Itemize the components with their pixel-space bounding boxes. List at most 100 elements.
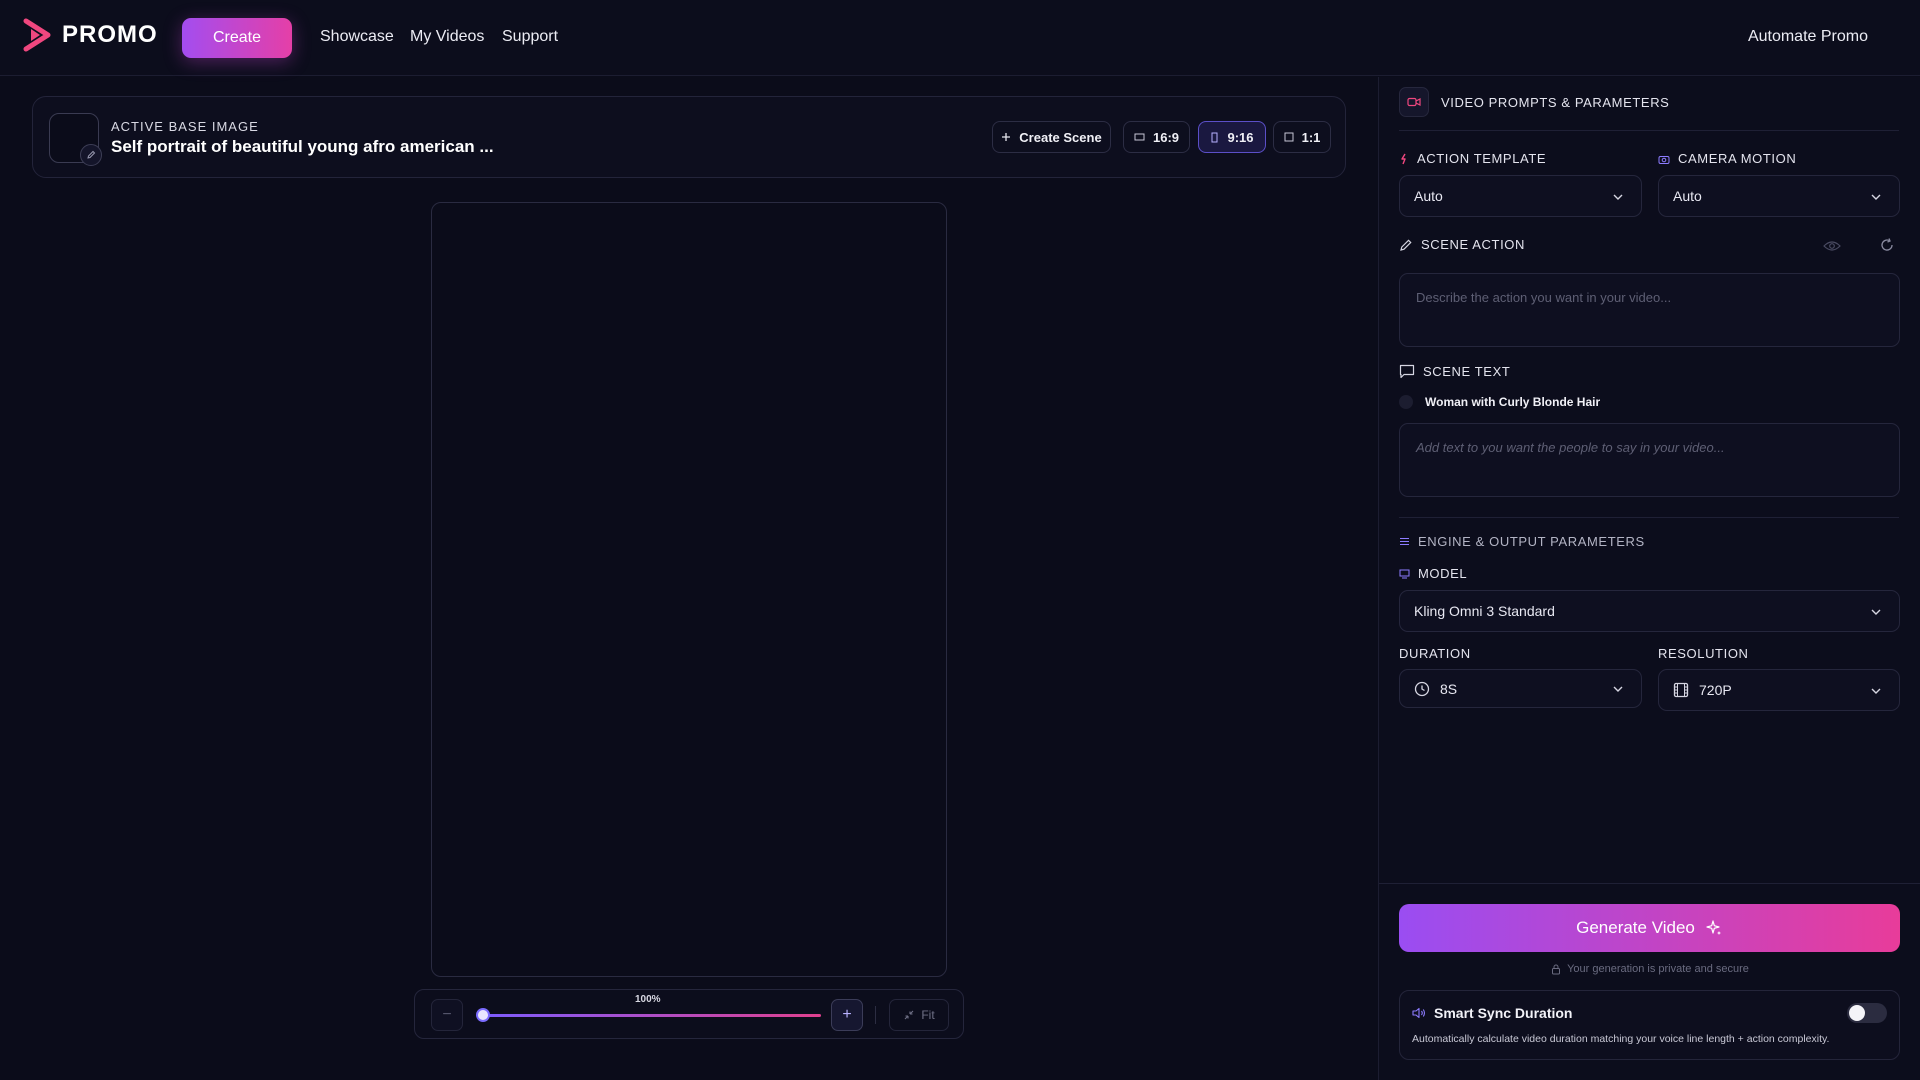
landscape-icon (1134, 133, 1145, 140)
fit-label: Fit (921, 1008, 935, 1022)
privacy-note: Your generation is private and secure (1379, 963, 1920, 975)
active-image-bar: ACTIVE BASE IMAGE Self portrait of beaut… (32, 96, 1346, 178)
ratio-1-1-button[interactable]: 1:1 (1273, 121, 1331, 153)
chevron-down-icon (1613, 686, 1623, 692)
duration-text: DURATION (1399, 646, 1471, 661)
ratio-9-16-label: 9:16 (1227, 129, 1254, 145)
eye-icon[interactable] (1823, 239, 1841, 253)
smart-sync-card: Smart Sync Duration Automatically calcul… (1399, 990, 1900, 1060)
automate-promo-link[interactable]: Automate Promo (1748, 28, 1868, 46)
nav-showcase[interactable]: Showcase (320, 28, 394, 46)
chevron-down-icon (1613, 194, 1623, 200)
play-logo-icon (23, 18, 51, 52)
square-icon (1284, 132, 1294, 142)
monitor-icon (1399, 569, 1410, 578)
camera-motion-select[interactable]: Auto (1658, 175, 1900, 217)
parameters-panel: VIDEO PROMPTS & PARAMETERS ACTION TEMPLA… (1378, 77, 1920, 1080)
camera-icon (1658, 155, 1670, 164)
pencil-icon (87, 150, 96, 159)
film-icon (1673, 682, 1689, 698)
resolution-label: RESOLUTION (1658, 646, 1749, 661)
base-image-thumbnail[interactable] (49, 113, 102, 166)
create-scene-button[interactable]: Create Scene (992, 121, 1111, 153)
model-value: Kling Omni 3 Standard (1414, 603, 1555, 619)
generate-video-button[interactable]: Generate Video (1399, 904, 1900, 952)
refresh-icon[interactable] (1879, 237, 1895, 253)
camera-motion-value: Auto (1673, 188, 1702, 204)
ratio-16-9-button[interactable]: 16:9 (1123, 121, 1190, 153)
header-divider (1399, 130, 1899, 131)
zoom-divider (875, 1006, 876, 1024)
sparkles-icon (1706, 920, 1721, 935)
pencil-icon (1400, 238, 1412, 251)
camera-motion-text: CAMERA MOTION (1678, 151, 1797, 166)
zoom-slider-track[interactable] (481, 1014, 821, 1017)
scene-action-label: SCENE ACTION (1399, 237, 1525, 252)
smart-sync-toggle[interactable] (1847, 1003, 1887, 1023)
smart-sync-title-text: Smart Sync Duration (1434, 1005, 1573, 1021)
brand-name: PROMO (62, 21, 158, 48)
scene-text-label: SCENE TEXT (1399, 364, 1510, 379)
scene-text-input[interactable]: Add text to you want the people to say i… (1399, 423, 1900, 497)
speaker-avatar (1399, 395, 1413, 409)
model-select[interactable]: Kling Omni 3 Standard (1399, 590, 1900, 632)
smart-sync-title: Smart Sync Duration (1412, 1005, 1572, 1021)
portrait-icon (1211, 132, 1218, 142)
scene-text-text: SCENE TEXT (1423, 364, 1511, 379)
lock-icon (1552, 964, 1561, 974)
engine-text: ENGINE & OUTPUT PARAMETERS (1418, 534, 1645, 549)
chevron-down-icon (1871, 194, 1881, 200)
action-template-select[interactable]: Auto (1399, 175, 1642, 217)
zoom-slider-thumb[interactable] (476, 1008, 490, 1022)
panel-header: VIDEO PROMPTS & PARAMETERS (1399, 87, 1669, 117)
nav-my-videos[interactable]: My Videos (410, 28, 484, 46)
ratio-16-9-label: 16:9 (1152, 129, 1180, 145)
ratio-9-16-button[interactable]: 9:16 (1198, 121, 1266, 153)
engine-divider (1399, 517, 1899, 518)
edit-image-button[interactable] (80, 144, 102, 166)
generate-video-label: Generate Video (1576, 918, 1695, 937)
action-template-value: Auto (1414, 188, 1443, 204)
active-image-label: ACTIVE BASE IMAGE (111, 119, 259, 134)
chat-bubble-icon (1399, 364, 1415, 379)
zoom-percentage: 100% (635, 994, 661, 1005)
camera-motion-label: CAMERA MOTION (1658, 151, 1796, 166)
duration-value: 8S (1440, 680, 1458, 697)
chevron-down-icon (1871, 609, 1881, 615)
chevron-down-icon (1871, 688, 1881, 694)
create-scene-label: Create Scene (1019, 129, 1102, 145)
speaker-name: Woman with Curly Blonde Hair (1425, 395, 1601, 409)
nav-support[interactable]: Support (502, 28, 558, 46)
resolution-select[interactable]: 720P (1658, 669, 1900, 711)
resolution-text: RESOLUTION (1658, 646, 1749, 661)
brand-logo[interactable]: PROMO (22, 18, 158, 52)
duration-label: DURATION (1399, 646, 1471, 661)
ratio-1-1-label: 1:1 (1301, 129, 1321, 145)
toggle-knob (1849, 1005, 1865, 1021)
zoom-controls: − 100% + Fit (414, 989, 964, 1039)
fit-button[interactable]: Fit (889, 999, 949, 1031)
engine-label: ENGINE & OUTPUT PARAMETERS (1399, 534, 1645, 549)
speaker-selector[interactable]: Woman with Curly Blonde Hair (1399, 395, 1600, 409)
active-image-title: Self portrait of beautiful young afro am… (111, 137, 494, 156)
zoom-in-button[interactable]: + (831, 999, 863, 1031)
sliders-icon (1400, 537, 1409, 546)
scene-action-input[interactable]: Describe the action you want in your vid… (1399, 273, 1900, 347)
video-canvas[interactable] (431, 202, 947, 977)
privacy-text: Your generation is private and secure (1567, 963, 1749, 975)
footer-divider (1379, 883, 1920, 884)
action-template-label: ACTION TEMPLATE (1399, 151, 1546, 166)
plus-icon (1002, 133, 1011, 141)
model-text: MODEL (1418, 566, 1468, 581)
collapse-icon (904, 1010, 914, 1020)
scene-action-text: SCENE ACTION (1421, 237, 1525, 252)
model-label: MODEL (1399, 566, 1467, 581)
create-button[interactable]: Create (182, 18, 292, 58)
smart-sync-description: Automatically calculate video duration m… (1412, 1033, 1830, 1045)
sparkle-icon (1401, 153, 1406, 164)
duration-select[interactable]: 8S (1399, 669, 1642, 708)
zoom-out-button[interactable]: − (431, 999, 463, 1031)
clock-icon (1414, 681, 1430, 696)
action-template-text: ACTION TEMPLATE (1417, 151, 1547, 166)
speaker-icon (1412, 1007, 1425, 1019)
